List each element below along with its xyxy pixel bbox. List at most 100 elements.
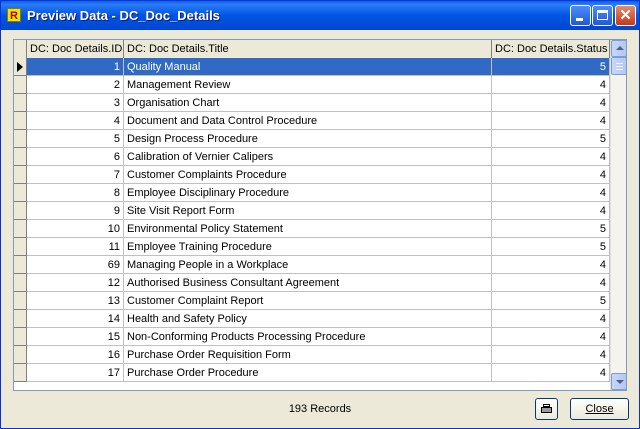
cell-status[interactable]: 5 bbox=[492, 220, 610, 238]
cell-title[interactable]: Site Visit Report Form bbox=[124, 202, 492, 220]
row-selector[interactable] bbox=[14, 130, 27, 148]
data-grid[interactable]: DC: Doc Details.ID DC: Doc Details.Title… bbox=[13, 39, 627, 391]
cell-status[interactable]: 5 bbox=[492, 130, 610, 148]
table-row[interactable]: 5 Design Process Procedure 5 bbox=[14, 130, 610, 148]
cell-title[interactable]: Authorised Business Consultant Agreement bbox=[124, 274, 492, 292]
close-window-button[interactable]: ✕ bbox=[615, 5, 636, 26]
row-selector[interactable] bbox=[14, 310, 27, 328]
row-selector[interactable] bbox=[14, 202, 27, 220]
cell-title[interactable]: Quality Manual bbox=[124, 58, 492, 76]
cell-id[interactable]: 11 bbox=[27, 238, 124, 256]
row-selector[interactable] bbox=[14, 238, 27, 256]
cell-title[interactable]: Customer Complaint Report bbox=[124, 292, 492, 310]
scroll-thumb[interactable] bbox=[611, 57, 626, 75]
table-row[interactable]: 4 Document and Data Control Procedure 4 bbox=[14, 112, 610, 130]
table-row[interactable]: 2 Management Review 4 bbox=[14, 76, 610, 94]
cell-id[interactable]: 12 bbox=[27, 274, 124, 292]
table-row[interactable]: 7 Customer Complaints Procedure 4 bbox=[14, 166, 610, 184]
cell-status[interactable]: 4 bbox=[492, 274, 610, 292]
cell-title[interactable]: Calibration of Vernier Calipers bbox=[124, 148, 492, 166]
cell-status[interactable]: 4 bbox=[492, 202, 610, 220]
cell-title[interactable]: Purchase Order Requisition Form bbox=[124, 346, 492, 364]
row-selector[interactable] bbox=[14, 184, 27, 202]
cell-title[interactable]: Environmental Policy Statement bbox=[124, 220, 492, 238]
row-selector[interactable] bbox=[14, 94, 27, 112]
cell-id[interactable]: 1 bbox=[27, 58, 124, 76]
row-selector[interactable] bbox=[14, 328, 27, 346]
close-button[interactable]: Close bbox=[570, 398, 629, 420]
table-row[interactable]: 17 Purchase Order Procedure 4 bbox=[14, 364, 610, 382]
title-bar[interactable]: R Preview Data - DC_Doc_Details ✕ bbox=[1, 1, 639, 30]
cell-id[interactable]: 7 bbox=[27, 166, 124, 184]
cell-status[interactable]: 4 bbox=[492, 310, 610, 328]
row-selector[interactable] bbox=[14, 76, 27, 94]
row-selector[interactable] bbox=[14, 58, 27, 76]
cell-title[interactable]: Design Process Procedure bbox=[124, 130, 492, 148]
cell-status[interactable]: 4 bbox=[492, 328, 610, 346]
cell-id[interactable]: 16 bbox=[27, 346, 124, 364]
cell-title[interactable]: Organisation Chart bbox=[124, 94, 492, 112]
table-row[interactable]: 15 Non-Conforming Products Processing Pro… bbox=[14, 328, 610, 346]
table-row[interactable]: 12 Authorised Business Consultant Agreeme… bbox=[14, 274, 610, 292]
cell-status[interactable]: 4 bbox=[492, 166, 610, 184]
row-selector[interactable] bbox=[14, 220, 27, 238]
cell-status[interactable]: 4 bbox=[492, 364, 610, 382]
cell-id[interactable]: 6 bbox=[27, 148, 124, 166]
cell-status[interactable]: 4 bbox=[492, 94, 610, 112]
cell-status[interactable]: 4 bbox=[492, 148, 610, 166]
cell-id[interactable]: 10 bbox=[27, 220, 124, 238]
table-row[interactable]: 13 Customer Complaint Report 5 bbox=[14, 292, 610, 310]
cell-title[interactable]: Health and Safety Policy bbox=[124, 310, 492, 328]
print-button[interactable] bbox=[535, 398, 558, 420]
cell-title[interactable]: Management Review bbox=[124, 76, 492, 94]
cell-title[interactable]: Managing People in a Workplace bbox=[124, 256, 492, 274]
column-header-id[interactable]: DC: Doc Details.ID bbox=[27, 40, 124, 58]
cell-id[interactable]: 8 bbox=[27, 184, 124, 202]
cell-title[interactable]: Employee Training Procedure bbox=[124, 238, 492, 256]
cell-id[interactable]: 15 bbox=[27, 328, 124, 346]
table-row[interactable]: 1 Quality Manual 5 bbox=[14, 58, 610, 76]
cell-id[interactable]: 9 bbox=[27, 202, 124, 220]
column-header-title[interactable]: DC: Doc Details.Title bbox=[124, 40, 492, 58]
cell-id[interactable]: 2 bbox=[27, 76, 124, 94]
row-selector[interactable] bbox=[14, 346, 27, 364]
scroll-down-button[interactable] bbox=[611, 373, 626, 390]
row-selector[interactable] bbox=[14, 166, 27, 184]
row-selector[interactable] bbox=[14, 274, 27, 292]
table-row[interactable]: 10 Environmental Policy Statement 5 bbox=[14, 220, 610, 238]
table-row[interactable]: 11 Employee Training Procedure 5 bbox=[14, 238, 610, 256]
cell-status[interactable]: 5 bbox=[492, 292, 610, 310]
row-selector[interactable] bbox=[14, 112, 27, 130]
column-header-status[interactable]: DC: Doc Details.Status bbox=[492, 40, 610, 58]
cell-title[interactable]: Customer Complaints Procedure bbox=[124, 166, 492, 184]
cell-title[interactable]: Employee Disciplinary Procedure bbox=[124, 184, 492, 202]
row-selector[interactable] bbox=[14, 292, 27, 310]
table-row[interactable]: 3 Organisation Chart 4 bbox=[14, 94, 610, 112]
scroll-up-button[interactable] bbox=[611, 40, 626, 57]
cell-title[interactable]: Non-Conforming Products Processing Proce… bbox=[124, 328, 492, 346]
table-row[interactable]: 9 Site Visit Report Form 4 bbox=[14, 202, 610, 220]
cell-status[interactable]: 4 bbox=[492, 346, 610, 364]
row-selector[interactable] bbox=[14, 256, 27, 274]
cell-status[interactable]: 4 bbox=[492, 256, 610, 274]
cell-status[interactable]: 4 bbox=[492, 76, 610, 94]
table-row[interactable]: 69 Managing People in a Workplace 4 bbox=[14, 256, 610, 274]
cell-status[interactable]: 5 bbox=[492, 238, 610, 256]
table-row[interactable]: 8 Employee Disciplinary Procedure 4 bbox=[14, 184, 610, 202]
cell-id[interactable]: 5 bbox=[27, 130, 124, 148]
vertical-scrollbar[interactable] bbox=[610, 40, 626, 390]
minimize-button[interactable] bbox=[570, 5, 591, 26]
cell-id[interactable]: 13 bbox=[27, 292, 124, 310]
cell-status[interactable]: 4 bbox=[492, 112, 610, 130]
maximize-button[interactable] bbox=[592, 5, 613, 26]
cell-id[interactable]: 69 bbox=[27, 256, 124, 274]
cell-id[interactable]: 14 bbox=[27, 310, 124, 328]
table-row[interactable]: 6 Calibration of Vernier Calipers 4 bbox=[14, 148, 610, 166]
row-selector[interactable] bbox=[14, 148, 27, 166]
row-selector[interactable] bbox=[14, 364, 27, 382]
cell-id[interactable]: 4 bbox=[27, 112, 124, 130]
table-row[interactable]: 14 Health and Safety Policy 4 bbox=[14, 310, 610, 328]
cell-id[interactable]: 3 bbox=[27, 94, 124, 112]
cell-id[interactable]: 17 bbox=[27, 364, 124, 382]
table-row[interactable]: 16 Purchase Order Requisition Form 4 bbox=[14, 346, 610, 364]
